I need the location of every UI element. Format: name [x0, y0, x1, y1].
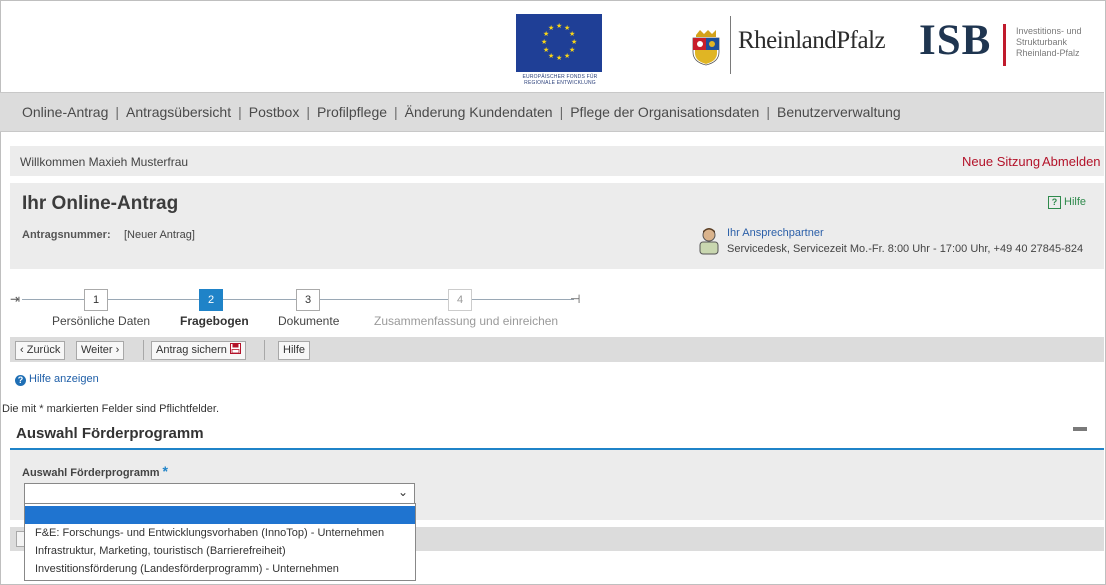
stepper-start-icon: ⇥: [10, 292, 21, 306]
rheinland-pfalz-logo: RheinlandPfalz: [738, 27, 886, 54]
contact-person-link[interactable]: Ihr Ansprechpartner: [727, 227, 824, 239]
logo-divider: [730, 16, 731, 74]
welcome-text: Willkommen Maxieh Musterfrau: [20, 155, 189, 169]
isb-logo: ISB: [919, 17, 992, 64]
dropdown-option-empty[interactable]: [25, 506, 415, 524]
nav-online-antrag[interactable]: Online-Antrag: [22, 104, 108, 120]
new-session-link[interactable]: Neue Sitzung: [962, 154, 1040, 169]
step-3-number[interactable]: 3: [296, 289, 320, 311]
nav-aenderung-kundendaten[interactable]: Änderung Kundendaten: [405, 104, 553, 120]
svg-text:★: ★: [564, 52, 570, 60]
dropdown-option[interactable]: F&E: Forschungs- und Entwicklungsvorhabe…: [25, 524, 415, 542]
nav-separator: |: [559, 104, 564, 120]
antrag-number-value: [Neuer Antrag]: [124, 229, 195, 241]
isb-logo-subtitle: Investitions- und Strukturbank Rheinland…: [1016, 26, 1094, 59]
step-2-number[interactable]: 2: [199, 289, 223, 311]
section-title: Auswahl Förderprogramm: [16, 425, 204, 442]
nav-antragsuebersicht[interactable]: Antragsübersicht: [126, 104, 231, 120]
nav-separator: |: [766, 104, 770, 120]
step-4-number: 4: [448, 289, 472, 311]
show-help-label: Hilfe anzeigen: [29, 373, 99, 385]
dropdown-option[interactable]: Investitionsförderung (Landesförderprogr…: [25, 560, 415, 578]
help-icon: ?: [1048, 196, 1061, 209]
isb-subtitle-text: Investitions- und Strukturbank Rheinland…: [1016, 26, 1082, 58]
back-button[interactable]: ‹ Zurück: [15, 341, 66, 360]
step-1-number[interactable]: 1: [84, 289, 108, 311]
step-2-label[interactable]: Fragebogen: [180, 314, 249, 328]
antrag-number-label: Antragsnummer:: [22, 229, 111, 241]
required-fields-note: Die mit * markierten Felder sind Pflicht…: [2, 403, 220, 415]
save-button-label: Antrag sichern: [156, 344, 227, 356]
step-3-label[interactable]: Dokumente: [278, 314, 339, 328]
dropdown-option[interactable]: Infrastruktur, Marketing, touristisch (B…: [25, 542, 415, 560]
svg-text:★: ★: [556, 54, 562, 62]
page-title: Ihr Online-Antrag: [22, 193, 179, 214]
nav-separator: |: [238, 104, 242, 120]
isb-logo-bar: [1003, 24, 1006, 66]
eu-flag-logo: ★ ★ ★ ★ ★ ★ ★ ★ ★ ★ ★ ★: [516, 14, 602, 72]
step-4-label: Zusammenfassung und einreichen: [374, 314, 559, 328]
eu-logo-caption: EUROPÄISCHER FONDS FÜR REGIONALE ENTWICK…: [522, 74, 598, 86]
contact-detail-text: Servicedesk, Servicezeit Mo.-Fr. 8:00 Uh…: [727, 243, 1084, 255]
help-link[interactable]: ? Hilfe: [1048, 196, 1086, 209]
floppy-disk-icon: [230, 343, 241, 354]
step-1-label[interactable]: Persönliche Daten: [52, 314, 150, 328]
funding-program-select[interactable]: [24, 483, 415, 504]
nav-postbox[interactable]: Postbox: [249, 104, 300, 120]
stepper-end-icon: ⊣: [570, 292, 581, 306]
nav-pflege-organisationsdaten[interactable]: Pflege der Organisationsdaten: [570, 104, 759, 120]
main-navigation: Online-Antrag | Antragsübersicht | Postbox | P…: [0, 92, 1104, 132]
nav-benutzerverwaltung[interactable]: Benutzerverwaltung: [777, 104, 901, 120]
chevron-down-icon[interactable]: ⌄: [398, 485, 408, 499]
nav-profilpflege[interactable]: Profilpflege: [317, 104, 387, 120]
svg-text:★: ★: [569, 30, 575, 38]
nav-separator: |: [115, 104, 120, 120]
toolbar-separator: [264, 340, 265, 360]
save-application-button[interactable]: Antrag sichern: [151, 341, 246, 360]
svg-text:★: ★: [541, 38, 547, 46]
svg-text:★: ★: [548, 24, 554, 32]
svg-text:★: ★: [556, 22, 562, 30]
toolbar-separator: [143, 340, 144, 360]
field-label-text: Auswahl Förderprogramm: [22, 467, 160, 479]
nav-separator: |: [306, 104, 310, 120]
required-marker: *: [162, 463, 168, 479]
contact-person-icon: [698, 227, 720, 255]
help-button[interactable]: Hilfe: [278, 341, 311, 360]
svg-text:★: ★: [543, 46, 549, 54]
funding-program-dropdown: F&E: Forschungs- und Entwicklungsvorhabe…: [24, 503, 416, 581]
rlp-crest-icon: [691, 28, 721, 66]
show-help-link[interactable]: ? Hilfe anzeigen: [15, 373, 99, 386]
svg-text:★: ★: [571, 38, 577, 46]
help-link-label: Hilfe: [1064, 196, 1087, 208]
collapse-section-icon[interactable]: [1073, 427, 1087, 431]
question-mark-icon: ?: [15, 375, 26, 386]
next-button[interactable]: Weiter ›: [76, 341, 125, 360]
funding-program-field-label: Auswahl Förderprogramm *: [22, 463, 168, 479]
nav-separator: |: [394, 104, 398, 120]
logout-link[interactable]: Abmelden: [1042, 154, 1101, 169]
